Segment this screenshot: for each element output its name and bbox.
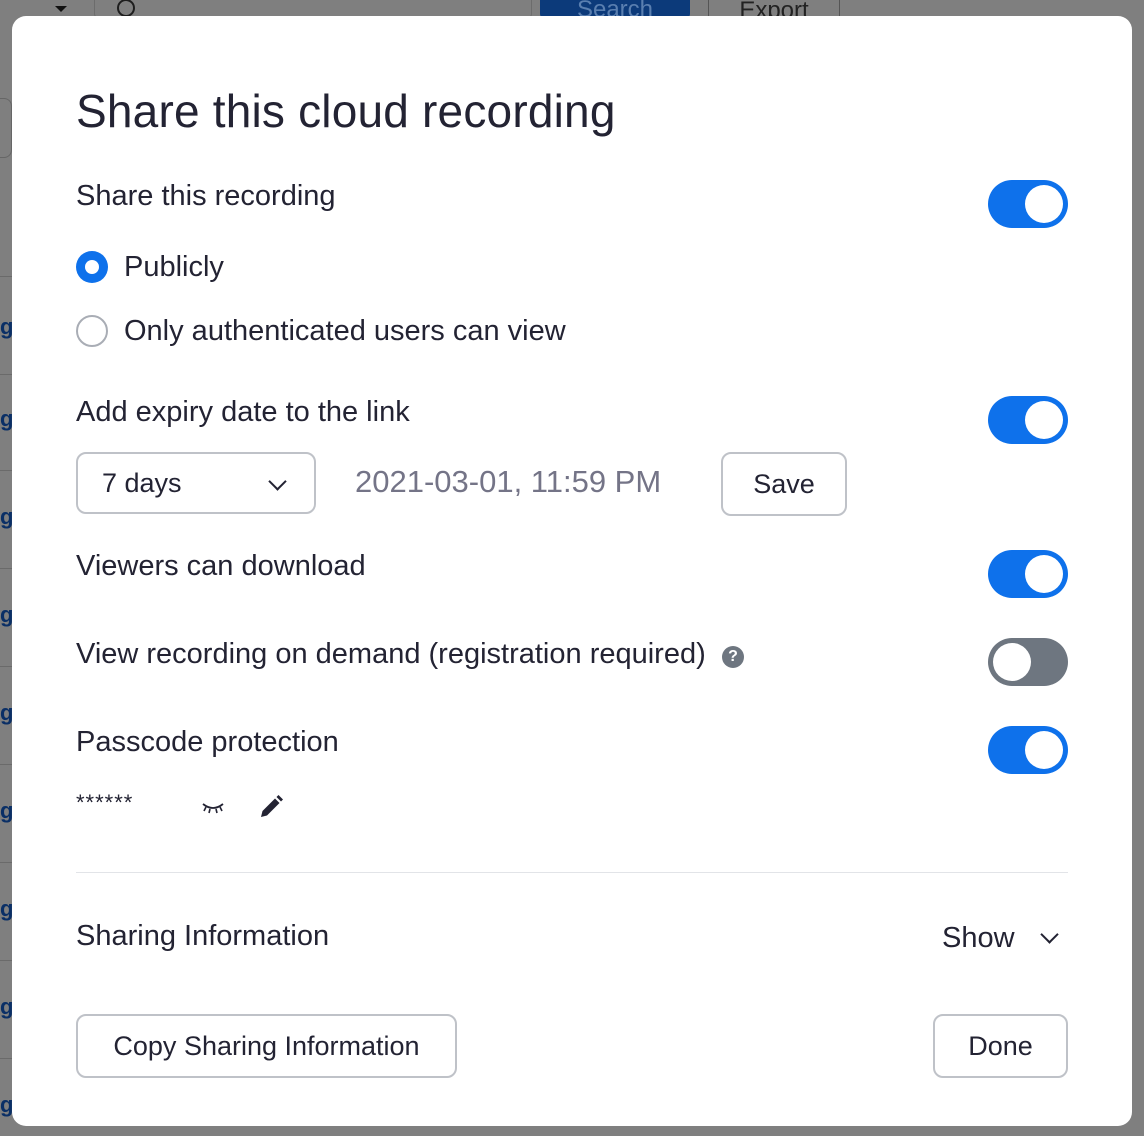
expiry-toggle[interactable] (988, 396, 1068, 444)
radio-option-authenticated-only[interactable]: Only authenticated users can view (76, 314, 566, 348)
search-icon (117, 0, 135, 17)
background-row-divider (0, 960, 12, 961)
toggle-knob (1025, 401, 1063, 439)
on-demand-label: View recording on demand (registration r… (76, 638, 706, 670)
passcode-label: Passcode protection (76, 726, 339, 758)
background-row-divider (0, 862, 12, 863)
viewers-download-toggle[interactable] (988, 550, 1068, 598)
share-recording-toggle[interactable] (988, 180, 1068, 228)
expiry-label: Add expiry date to the link (76, 396, 410, 428)
chevron-down-icon (268, 472, 287, 491)
toggle-knob (1025, 555, 1063, 593)
save-expiry-button[interactable]: Save (721, 452, 847, 516)
share-recording-label: Share this recording (76, 180, 336, 212)
background-row-link: gu (0, 994, 12, 1019)
radio-unchecked-icon[interactable] (76, 315, 108, 347)
background-row-divider (0, 764, 12, 765)
show-sharing-info-toggle[interactable]: Show (942, 918, 1059, 958)
expiry-datetime: 2021-03-01, 11:59 PM (355, 464, 662, 499)
toggle-knob (993, 643, 1031, 681)
background-row-link: gu (0, 504, 12, 529)
viewers-download-label: Viewers can download (76, 550, 366, 582)
background-row-link: gu (0, 1092, 12, 1117)
help-icon[interactable]: ? (722, 646, 744, 668)
expiry-duration-value: 7 days (102, 467, 182, 498)
sharing-information-label: Sharing Information (76, 920, 330, 952)
background-row-link: gu (0, 406, 12, 431)
share-recording-dialog: Share this cloud recording Share this re… (12, 16, 1132, 1126)
done-button[interactable]: Done (933, 1014, 1068, 1078)
background-row-link: gu (0, 314, 12, 339)
pencil-icon[interactable] (258, 794, 284, 820)
toggle-knob (1025, 731, 1063, 769)
background-row-divider (0, 1058, 12, 1059)
eye-closed-icon-svg (202, 803, 224, 814)
background-row-divider (0, 276, 12, 277)
background-row-divider (0, 374, 12, 375)
on-demand-toggle[interactable] (988, 638, 1068, 686)
dialog-title: Share this cloud recording (76, 85, 616, 137)
section-divider (76, 872, 1068, 873)
background-row-divider (0, 666, 12, 667)
passcode-masked-value: ****** (76, 790, 134, 815)
eye-closed-icon[interactable] (200, 798, 226, 816)
expiry-duration-select[interactable]: 7 days (76, 452, 316, 514)
toggle-knob (1025, 185, 1063, 223)
background-card-edge (0, 98, 12, 158)
pencil-icon-svg (261, 795, 283, 817)
show-label: Show (942, 921, 1015, 954)
radio-option-publicly[interactable]: Publicly (76, 250, 224, 284)
background-row-link: gu (0, 602, 12, 627)
copy-sharing-info-button[interactable]: Copy Sharing Information (76, 1014, 457, 1078)
background-row-divider (0, 470, 12, 471)
radio-label-publicly: Publicly (124, 250, 224, 283)
background-row-link: gu (0, 700, 12, 725)
background-filter-dropdown (0, 0, 80, 16)
background-row-link: gu (0, 896, 12, 921)
radio-label-authenticated-only: Only authenticated users can view (124, 314, 566, 347)
background-row-divider (0, 568, 12, 569)
passcode-toggle[interactable] (988, 726, 1068, 774)
background-row-link: gu (0, 798, 12, 823)
caret-down-icon (55, 6, 67, 12)
chevron-down-icon (1039, 924, 1059, 944)
radio-checked-icon[interactable] (76, 251, 108, 283)
